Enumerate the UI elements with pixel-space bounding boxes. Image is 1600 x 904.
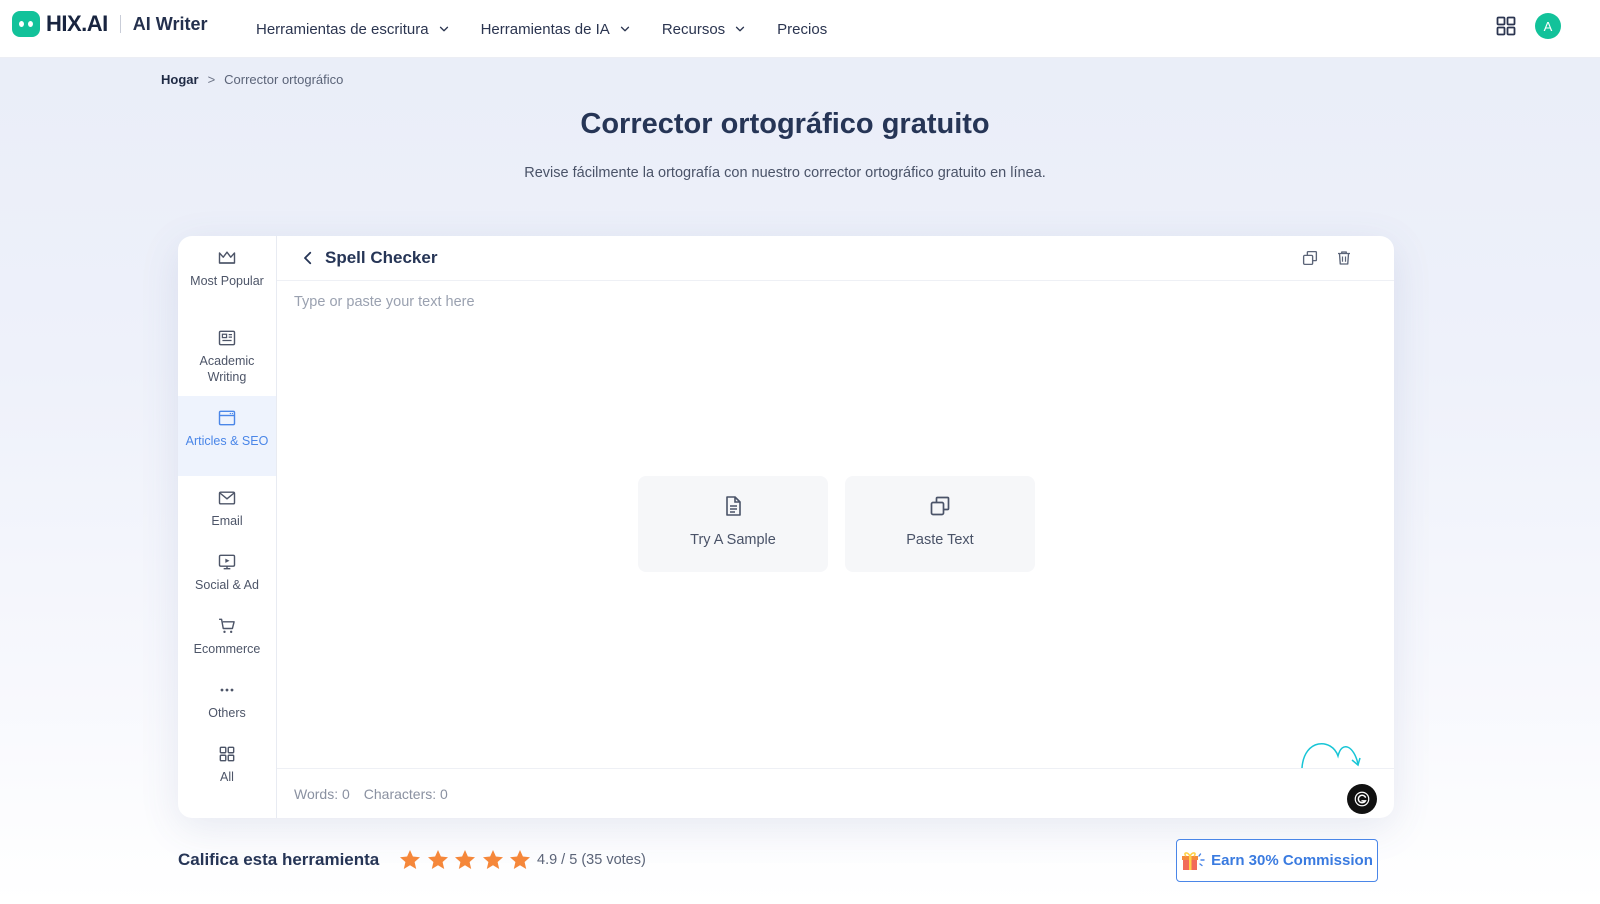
rating-stars bbox=[398, 848, 536, 872]
nav-label: Herramientas de IA bbox=[480, 20, 610, 38]
sidebar-item-label: Ecommerce bbox=[193, 642, 261, 656]
star-icon[interactable] bbox=[398, 848, 422, 872]
sidebar-item-all[interactable]: All bbox=[178, 732, 276, 812]
back-arrow-icon[interactable] bbox=[299, 249, 317, 267]
apps-grid-icon[interactable] bbox=[1496, 16, 1516, 36]
editor-footer: Words: 0 Characters: 0 bbox=[277, 768, 1394, 818]
sidebar-item-label: Most Popular bbox=[190, 274, 264, 288]
gift-icon bbox=[1182, 851, 1205, 870]
copy-icon[interactable] bbox=[1301, 249, 1319, 267]
paste-text-button[interactable]: Paste Text bbox=[845, 476, 1035, 572]
trash-icon[interactable] bbox=[1335, 249, 1353, 267]
page-subtitle: Revise fácilmente la ortografía con nues… bbox=[524, 165, 1046, 181]
sidebar-item-label: Academic Writing bbox=[199, 354, 255, 384]
top-navbar: HIX.AI AI Writer Herramientas de escritu… bbox=[0, 0, 1600, 58]
breadcrumb-home[interactable]: Hogar bbox=[161, 72, 199, 87]
try-sample-button[interactable]: Try A Sample bbox=[638, 476, 828, 572]
try-sample-label: Try A Sample bbox=[690, 532, 776, 548]
paste-copy-icon bbox=[930, 496, 950, 516]
product-name: AI Writer bbox=[132, 13, 208, 34]
crown-icon bbox=[218, 251, 236, 264]
curved-arrow-icon bbox=[1301, 742, 1361, 769]
sidebar-item-articles-seo[interactable]: Articles & SEO bbox=[178, 396, 276, 476]
user-avatar[interactable]: A bbox=[1535, 13, 1561, 39]
nav-label: Recursos bbox=[661, 20, 726, 38]
star-icon[interactable] bbox=[453, 848, 477, 872]
document-icon bbox=[726, 496, 741, 516]
earn-commission-label: Earn 30% Commission bbox=[1211, 852, 1373, 869]
tool-card: Most Popular Academic Writing Articles &… bbox=[178, 236, 1394, 818]
breadcrumb-current: Corrector ortográfico bbox=[224, 72, 344, 87]
chevron-down-icon bbox=[439, 26, 448, 32]
main-nav: Herramientas de escritura Herramientas d… bbox=[256, 0, 857, 58]
logo-divider bbox=[119, 15, 121, 33]
editor-header: Spell Checker bbox=[277, 236, 1394, 281]
breadcrumb-separator: > bbox=[207, 72, 216, 87]
sidebar-item-label: Articles & SEO bbox=[185, 434, 269, 448]
nav-pricing[interactable]: Precios bbox=[777, 21, 827, 38]
nav-label: Herramientas de escritura bbox=[256, 20, 429, 38]
nav-resources[interactable]: Recursos bbox=[662, 21, 747, 38]
rating-label: Califica esta herramienta bbox=[178, 850, 380, 869]
more-dots-icon bbox=[220, 688, 234, 692]
chevron-down-icon bbox=[620, 26, 629, 32]
grid-icon bbox=[219, 746, 235, 762]
tool-title: Spell Checker bbox=[325, 248, 438, 267]
newspaper-icon bbox=[218, 330, 236, 346]
logo-text: HIX.AI bbox=[46, 11, 108, 36]
cart-icon bbox=[219, 618, 235, 633]
sidebar-item-label: Others bbox=[208, 706, 246, 720]
sidebar-item-academic-writing[interactable]: Academic Writing bbox=[178, 316, 276, 396]
text-input[interactable] bbox=[294, 294, 1374, 714]
character-count: Characters: 0 bbox=[363, 785, 448, 802]
paste-text-label: Paste Text bbox=[906, 532, 974, 548]
grammarly-badge[interactable] bbox=[1347, 784, 1377, 814]
star-icon[interactable] bbox=[508, 848, 532, 872]
monitor-play-icon bbox=[218, 554, 236, 570]
star-icon[interactable] bbox=[426, 848, 450, 872]
word-count: Words: 0 bbox=[294, 785, 350, 802]
nav-ai-tools[interactable]: Herramientas de IA bbox=[481, 21, 632, 38]
grammarly-g-icon bbox=[1354, 791, 1370, 807]
logo-icon bbox=[12, 11, 40, 37]
sidebar-item-most-popular[interactable]: Most Popular bbox=[178, 236, 276, 316]
chevron-down-icon bbox=[736, 26, 745, 32]
mail-icon bbox=[218, 491, 236, 505]
sidebar-item-label: Social & Ad bbox=[195, 578, 259, 592]
earn-commission-button[interactable]: Earn 30% Commission bbox=[1176, 839, 1378, 882]
sidebar-item-label: Email bbox=[211, 514, 243, 528]
nav-writing-tools[interactable]: Herramientas de escritura bbox=[256, 21, 451, 38]
star-icon[interactable] bbox=[481, 848, 505, 872]
page-title: Corrector ortográfico gratuito bbox=[580, 108, 990, 140]
breadcrumb: Hogar > Corrector ortográfico bbox=[161, 72, 343, 87]
nav-label: Precios bbox=[777, 20, 828, 38]
browser-window-icon bbox=[218, 410, 236, 426]
sidebar-item-label: All bbox=[220, 770, 234, 784]
category-sidebar: Most Popular Academic Writing Articles &… bbox=[178, 236, 277, 818]
logo[interactable]: HIX.AI AI Writer bbox=[12, 11, 207, 37]
rating-score: 4.9 / 5 (35 votes) bbox=[537, 852, 646, 868]
